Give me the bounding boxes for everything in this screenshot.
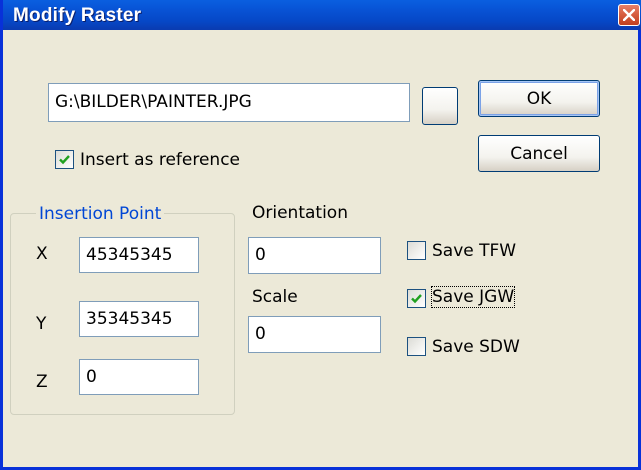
browse-button[interactable] [422,87,458,125]
scale-input[interactable]: 0 [248,316,381,353]
save-jgw-label[interactable]: Save JGW [430,286,516,308]
x-label: X [36,244,48,264]
save-jgw-checkbox[interactable] [407,289,426,308]
save-tfw-label[interactable]: Save TFW [432,241,516,261]
modify-raster-dialog: Modify Raster G:\BILDER\PAINTER.JPG OK C… [0,0,641,470]
title-bar[interactable]: Modify Raster [3,0,641,30]
insert-as-reference-label[interactable]: Insert as reference [80,150,240,170]
z-label: Z [36,372,48,392]
ok-button[interactable]: OK [478,80,600,117]
y-coordinate-input[interactable]: 35345345 [79,301,199,337]
close-icon [623,9,635,21]
orientation-input[interactable]: 0 [248,237,381,274]
y-label: Y [36,314,47,334]
insert-as-reference-checkbox[interactable] [55,150,74,169]
window-title: Modify Raster [13,5,142,26]
save-sdw-checkbox[interactable] [407,337,426,356]
save-tfw-checkbox[interactable] [407,241,426,260]
save-sdw-label[interactable]: Save SDW [432,337,520,357]
checkmark-icon [411,294,422,304]
z-coordinate-input[interactable]: 0 [79,359,199,395]
cancel-button[interactable]: Cancel [478,135,600,172]
checkmark-icon [59,155,70,165]
insertion-point-legend: Insertion Point [36,204,165,224]
x-coordinate-input[interactable]: 45345345 [79,237,199,273]
orientation-label: Orientation [252,203,348,223]
close-button[interactable] [618,4,640,26]
scale-label: Scale [252,287,298,307]
file-path-field[interactable]: G:\BILDER\PAINTER.JPG [48,83,410,122]
